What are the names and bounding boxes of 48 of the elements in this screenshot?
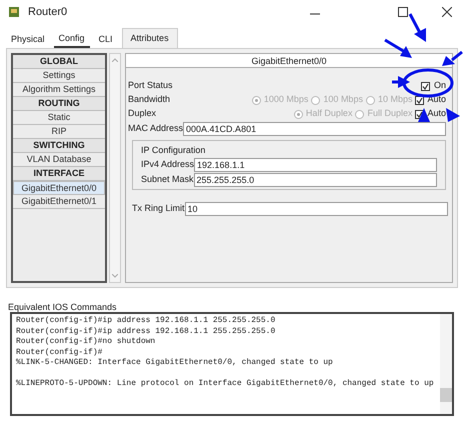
input-field[interactable]: 000A.41CD.A801 [183,122,446,136]
field-label: Subnet Mask [141,172,194,186]
section-header: SWITCHING [13,139,105,153]
close-icon[interactable] [442,7,452,17]
console-line: Router(config-if)# [16,348,104,358]
section-header: INTERFACE [13,167,105,181]
radio-label: 1000 Mbps [264,93,308,106]
window-title: Router0 [28,4,68,20]
section-header: ROUTING [13,97,105,111]
input-field[interactable]: 255.255.255.0 [194,172,437,186]
tab[interactable]: CLI [94,32,118,48]
section-header: GLOBAL [13,55,105,69]
tab[interactable]: Physical [6,32,50,48]
field-label: IPv4 Address [141,158,194,171]
maximize-icon[interactable] [398,7,408,17]
sidebar-item[interactable]: GigabitEthernet0/0 [13,181,105,195]
console-line: %LINK-5-CHANGED: Interface GigabitEthernet0/0, changed state to up [16,358,334,368]
console-line: Router(config-if)#ip address 192.168.1.1 255.255.255.0 [16,326,276,337]
checkbox-label: Auto [427,93,446,106]
input-field[interactable]: 192.168.1.1 [194,158,437,172]
console-line: Router(config-if)#ip address 192.168.1.1 255.255.255.0 [16,316,276,326]
radio-label: 10 Mbps [378,93,412,106]
field-label: Duplex [128,107,156,120]
group-title: IP Configuration [141,144,206,157]
sidebar-item[interactable]: Settings [13,69,105,83]
radio-label: 100 Mbps [323,93,363,106]
tab[interactable]: Attributes [122,28,178,48]
scroll-up-icon[interactable] [112,58,118,62]
router-icon [8,6,20,18]
field-label: Port Status [128,79,173,92]
field-label: MAC Address [128,122,184,136]
scrollbar[interactable] [109,53,121,283]
radio-label: Half Duplex [306,107,352,120]
console-line: %LINEPROTO-5-UPDOWN: Line protocol on Interface GigabitEthernet0/0, changed state to up [16,379,435,390]
console-line: Router(config-if)#no shutdown [16,337,156,348]
sidebar-item[interactable]: Static [13,111,105,125]
checkbox-label: On [434,79,446,92]
panel-title: GigabitEthernet0/0 [126,54,452,68]
field-label: Tx Ring Limit [132,202,185,216]
field-label: Bandwidth [128,93,170,106]
radio-label: Full Duplex [367,107,412,120]
console-label: Equivalent IOS Commands [8,302,118,312]
sidebar-item[interactable]: GigabitEthernet0/1 [13,195,105,209]
checkbox[interactable] [420,82,430,90]
checkbox-label: Auto [427,107,446,120]
scrollbar[interactable] [440,314,452,414]
input-field[interactable]: 10 [184,202,448,216]
scroll-down-icon[interactable] [112,274,118,278]
